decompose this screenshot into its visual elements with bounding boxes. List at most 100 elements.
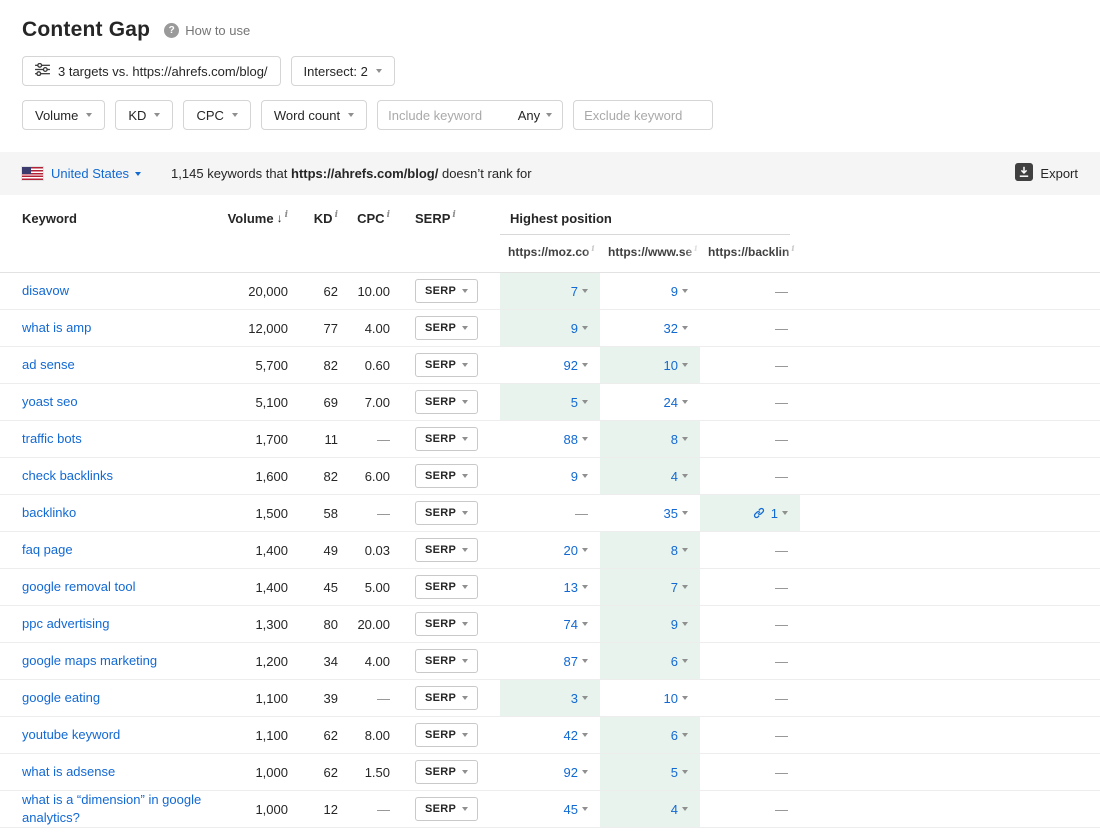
keyword-cell: google removal tool [22,569,222,605]
kd-filter-dropdown[interactable]: KD [115,100,173,130]
keyword-link[interactable]: google eating [22,689,100,707]
keyword-link[interactable]: check backlinks [22,467,113,485]
word-count-filter-dropdown[interactable]: Word count [261,100,367,130]
serp-dropdown-button[interactable]: SERP [415,723,478,747]
position-cell[interactable]: 35 [600,495,700,531]
cpc-filter-dropdown[interactable]: CPC [183,100,250,130]
keyword-cell: faq page [22,532,222,568]
position-cell[interactable]: 5 [600,754,700,790]
cpc-cell: — [338,680,390,716]
keyword-link[interactable]: faq page [22,541,73,559]
position-cell[interactable]: 20 [500,532,600,568]
position-cell[interactable]: 8 [600,421,700,457]
serp-dropdown-button[interactable]: SERP [415,353,478,377]
keyword-link[interactable]: yoast seo [22,393,78,411]
page-title: Content Gap [22,18,150,42]
how-to-use-link[interactable]: ? How to use [164,23,250,38]
position-cell[interactable]: 9 [500,458,600,494]
chevron-down-icon [582,548,588,552]
no-rank-dash: — [775,321,788,336]
keyword-link[interactable]: google maps marketing [22,652,157,670]
position-cell[interactable]: 42 [500,717,600,753]
keyword-link[interactable]: what is adsense [22,763,115,781]
export-button[interactable]: Export [1015,163,1078,184]
chevron-down-icon [582,474,588,478]
exclude-keyword-input[interactable] [573,100,713,130]
serp-dropdown-button[interactable]: SERP [415,279,478,303]
position-cell[interactable]: 45 [500,791,600,827]
position-cell[interactable]: 92 [500,347,600,383]
include-keyword-input[interactable] [388,108,510,123]
targets-button[interactable]: 3 targets vs. https://ahrefs.com/blog/ [22,56,281,86]
keyword-link[interactable]: what is amp [22,319,91,337]
position-cell[interactable]: 13 [500,569,600,605]
volume-cell: 1,100 [222,717,288,753]
position-cell[interactable]: 88 [500,421,600,457]
cpc-cell: 0.03 [338,532,390,568]
position-cell[interactable]: 5 [500,384,600,420]
col-header-keyword[interactable]: Keyword [22,211,222,226]
col-header-serp[interactable]: SERPi [390,211,500,226]
serp-dropdown-button[interactable]: SERP [415,649,478,673]
position-cell[interactable]: 3 [500,680,600,716]
keyword-cell: backlinko [22,495,222,531]
serp-dropdown-button[interactable]: SERP [415,612,478,636]
keyword-link[interactable]: traffic bots [22,430,82,448]
position-cell[interactable]: 4 [600,791,700,827]
no-rank-dash: — [775,395,788,410]
position-cell[interactable]: 10 [600,347,700,383]
keyword-link[interactable]: disavow [22,282,69,300]
position-cell[interactable]: 7 [600,569,700,605]
position-cell[interactable]: 4 [600,458,700,494]
position-cell[interactable]: 9 [600,606,700,642]
position-cell: — [700,532,800,568]
serp-dropdown-button[interactable]: SERP [415,575,478,599]
serp-dropdown-button[interactable]: SERP [415,686,478,710]
position-cell: — [700,680,800,716]
col-header-target-3[interactable]: https://backlini [700,245,800,259]
info-icon: i [452,211,455,220]
position-cell[interactable]: 7 [500,273,600,309]
position-cell[interactable]: 1 [700,495,800,531]
serp-dropdown-button[interactable]: SERP [415,390,478,414]
serp-dropdown-button[interactable]: SERP [415,538,478,562]
serp-dropdown-button[interactable]: SERP [415,760,478,784]
position-cell[interactable]: 92 [500,754,600,790]
chevron-down-icon [682,733,688,737]
serp-dropdown-button[interactable]: SERP [415,501,478,525]
position-cell[interactable]: 6 [600,643,700,679]
chevron-down-icon [682,326,688,330]
serp-button-label: SERP [425,803,456,815]
include-mode-dropdown[interactable]: Any [510,108,552,123]
position-cell[interactable]: 9 [600,273,700,309]
serp-dropdown-button[interactable]: SERP [415,427,478,451]
keyword-link[interactable]: google removal tool [22,578,135,596]
col-header-target-1[interactable]: https://moz.coi [500,245,600,259]
chevron-down-icon [546,113,552,117]
chevron-down-icon [462,622,468,626]
keyword-link[interactable]: youtube keyword [22,726,120,744]
position-cell[interactable]: 24 [600,384,700,420]
position-cell[interactable]: 74 [500,606,600,642]
keyword-link[interactable]: what is a “dimension” in google analytic… [22,791,212,826]
keyword-link[interactable]: backlinko [22,504,76,522]
country-selector[interactable]: United States [51,166,141,181]
volume-filter-dropdown[interactable]: Volume [22,100,105,130]
keyword-link[interactable]: ad sense [22,356,75,374]
chevron-down-icon [462,733,468,737]
keyword-link[interactable]: ppc advertising [22,615,109,633]
col-header-cpc[interactable]: CPCi [338,211,390,226]
col-header-target-2[interactable]: https://www.sei [600,245,700,259]
position-cell[interactable]: 10 [600,680,700,716]
position-cell[interactable]: 6 [600,717,700,753]
serp-dropdown-button[interactable]: SERP [415,797,478,821]
position-cell[interactable]: 87 [500,643,600,679]
col-header-kd[interactable]: KDi [288,211,338,226]
col-header-volume[interactable]: Volume↓i [222,211,288,226]
position-cell[interactable]: 8 [600,532,700,568]
serp-dropdown-button[interactable]: SERP [415,316,478,340]
position-cell[interactable]: 9 [500,310,600,346]
position-cell[interactable]: 32 [600,310,700,346]
serp-dropdown-button[interactable]: SERP [415,464,478,488]
intersect-dropdown[interactable]: Intersect: 2 [291,56,395,86]
